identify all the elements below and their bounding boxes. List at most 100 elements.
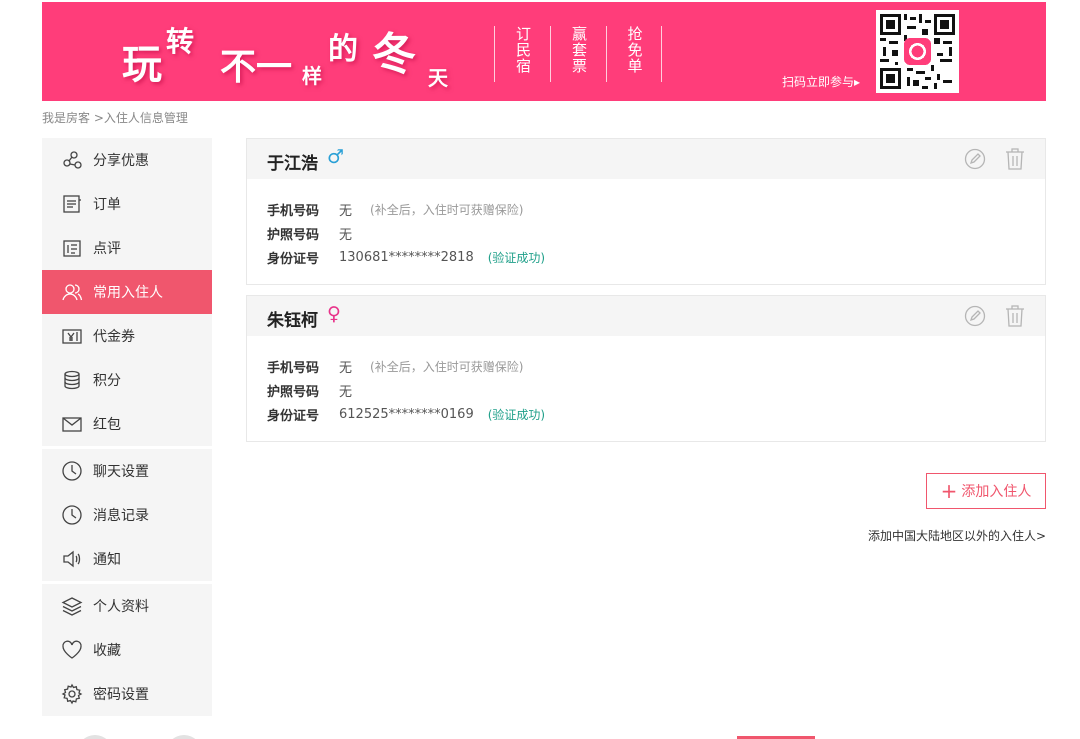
add-foreign-guest-link[interactable]: 添加中国大陆地区以外的入住人>	[868, 527, 1046, 544]
promo-free-order[interactable]: 抢免单	[606, 26, 662, 82]
footer-icon[interactable]	[166, 735, 202, 739]
guest-card: 朱钰柯 ♀ 手机号码 无 (补全后，入住时可获赠保险) 护照号码 无 身份证号 …	[246, 295, 1046, 442]
edit-icon[interactable]	[964, 148, 986, 170]
sidebar-group: 分享优惠 订单 点评 常用入住人 代金券 积分 红包	[42, 138, 212, 446]
sidebar-item-label: 订单	[93, 197, 121, 213]
sidebar: 分享优惠 订单 点评 常用入住人 代金券 积分 红包 聊天设置 消息记录 通知 …	[42, 138, 212, 719]
trash-icon[interactable]	[1004, 304, 1026, 328]
passport-label: 护照号码	[267, 384, 320, 400]
female-icon: ♀	[327, 303, 341, 325]
layers-icon	[61, 595, 83, 617]
promo-book-homestay[interactable]: 订民宿	[494, 26, 550, 82]
promo-label: 订民宿	[514, 26, 532, 74]
slogan-char: 冬	[372, 29, 416, 80]
phone-label: 手机号码	[267, 203, 320, 219]
slogan-char: 不一	[220, 46, 293, 88]
voucher-icon	[61, 325, 83, 347]
speaker-icon	[61, 548, 83, 570]
slogan-char: 的	[328, 32, 358, 67]
add-guest-label: 添加入住人	[961, 484, 1032, 500]
id-value: 130681********2818	[339, 249, 474, 265]
id-row: 身份证号 612525********0169 (验证成功)	[267, 402, 545, 426]
passport-value: 无	[339, 227, 353, 243]
sidebar-group: 个人资料 收藏 密码设置	[42, 584, 212, 716]
passport-value: 无	[339, 384, 353, 400]
guest-details: 手机号码 无 (补全后，入住时可获赠保险) 护照号码 无 身份证号 612525…	[267, 354, 545, 426]
phone-note: (补全后，入住时可获赠保险)	[370, 202, 524, 217]
sidebar-item-label: 收藏	[93, 643, 121, 659]
sidebar-item-vouchers[interactable]: 代金券	[42, 314, 212, 358]
sidebar-item-label: 通知	[93, 552, 121, 568]
id-status: (验证成功)	[487, 250, 546, 265]
slogan-char: 转	[166, 25, 195, 58]
sidebar-item-label: 消息记录	[93, 508, 149, 524]
promo-banner[interactable]: 玩 转 不一 样 的 冬 天 订民宿 赢套票 抢免单 扫码立即参与▸	[42, 2, 1046, 101]
sidebar-item-chat-settings[interactable]: 聊天设置	[42, 449, 212, 493]
passport-row: 护照号码 无	[267, 221, 545, 245]
guest-card-header: 朱钰柯 ♀	[247, 296, 1045, 336]
phone-value: 无	[339, 203, 353, 219]
heart-icon	[61, 639, 83, 661]
passport-row: 护照号码 无	[267, 378, 545, 402]
qr-code-icon	[876, 10, 959, 93]
sidebar-item-message-history[interactable]: 消息记录	[42, 493, 212, 537]
id-value: 612525********0169	[339, 406, 474, 422]
phone-row: 手机号码 无 (补全后，入住时可获赠保险)	[267, 354, 545, 378]
phone-label: 手机号码	[267, 360, 320, 376]
id-status: (验证成功)	[487, 407, 546, 422]
male-icon: ♂	[327, 146, 345, 168]
sidebar-item-label: 常用入住人	[93, 285, 163, 301]
sidebar-group: 聊天设置 消息记录 通知	[42, 449, 212, 581]
sidebar-item-label: 红包	[93, 417, 121, 433]
promo-win-tickets[interactable]: 赢套票	[550, 26, 606, 82]
footer-icon[interactable]	[77, 735, 113, 739]
sidebar-item-orders[interactable]: 订单	[42, 182, 212, 226]
id-label: 身份证号	[267, 251, 320, 267]
sidebar-item-profile[interactable]: 个人资料	[42, 584, 212, 628]
review-icon	[61, 237, 83, 259]
sidebar-item-favorites[interactable]: 收藏	[42, 628, 212, 672]
banner-slogan: 玩 转 不一 样 的 冬 天	[122, 16, 452, 90]
sidebar-item-label: 密码设置	[93, 687, 149, 703]
breadcrumb[interactable]: 我是房客 >入住人信息管理	[42, 109, 188, 126]
guest-name: 朱钰柯	[267, 311, 318, 331]
gear-icon	[61, 683, 83, 705]
page: 玩 转 不一 样 的 冬 天 订民宿 赢套票 抢免单 扫码立即参与▸ 我是房客 …	[0, 0, 1080, 739]
phone-note: (补全后，入住时可获赠保险)	[370, 359, 524, 374]
share-icon	[61, 149, 83, 171]
sidebar-item-points[interactable]: 积分	[42, 358, 212, 402]
add-guest-button[interactable]: + 添加入住人	[926, 473, 1046, 509]
guests-icon	[61, 281, 83, 303]
edit-icon[interactable]	[964, 305, 986, 327]
id-row: 身份证号 130681********2818 (验证成功)	[267, 245, 545, 269]
slogan-char: 玩	[122, 41, 162, 88]
guest-details: 手机号码 无 (补全后，入住时可获赠保险) 护照号码 无 身份证号 130681…	[267, 197, 545, 269]
slogan-char: 样	[302, 64, 322, 88]
guest-name: 于江浩	[267, 154, 318, 174]
sidebar-item-label: 个人资料	[93, 599, 149, 615]
order-icon	[61, 193, 83, 215]
clock-icon	[61, 460, 83, 482]
sidebar-item-frequent-guests[interactable]: 常用入住人	[42, 270, 212, 314]
sidebar-item-password-settings[interactable]: 密码设置	[42, 672, 212, 716]
points-icon	[61, 369, 83, 391]
phone-row: 手机号码 无 (补全后，入住时可获赠保险)	[267, 197, 545, 221]
plus-icon: +	[940, 479, 958, 503]
passport-label: 护照号码	[267, 227, 320, 243]
promo-label: 赢套票	[570, 26, 588, 74]
sidebar-item-reviews[interactable]: 点评	[42, 226, 212, 270]
sidebar-item-share[interactable]: 分享优惠	[42, 138, 212, 182]
envelope-icon	[61, 413, 83, 435]
trash-icon[interactable]	[1004, 147, 1026, 171]
guest-card-header: 于江浩 ♂	[247, 139, 1045, 179]
sidebar-item-notifications[interactable]: 通知	[42, 537, 212, 581]
slogan-char: 天	[428, 66, 448, 90]
sidebar-item-label: 代金券	[93, 329, 135, 345]
id-label: 身份证号	[267, 408, 320, 424]
sidebar-item-label: 积分	[93, 373, 121, 389]
sidebar-item-label: 点评	[93, 241, 121, 257]
sidebar-item-red-packet[interactable]: 红包	[42, 402, 212, 446]
promo-label: 抢免单	[625, 26, 644, 74]
sidebar-item-label: 聊天设置	[93, 464, 149, 480]
clock-icon	[61, 504, 83, 526]
